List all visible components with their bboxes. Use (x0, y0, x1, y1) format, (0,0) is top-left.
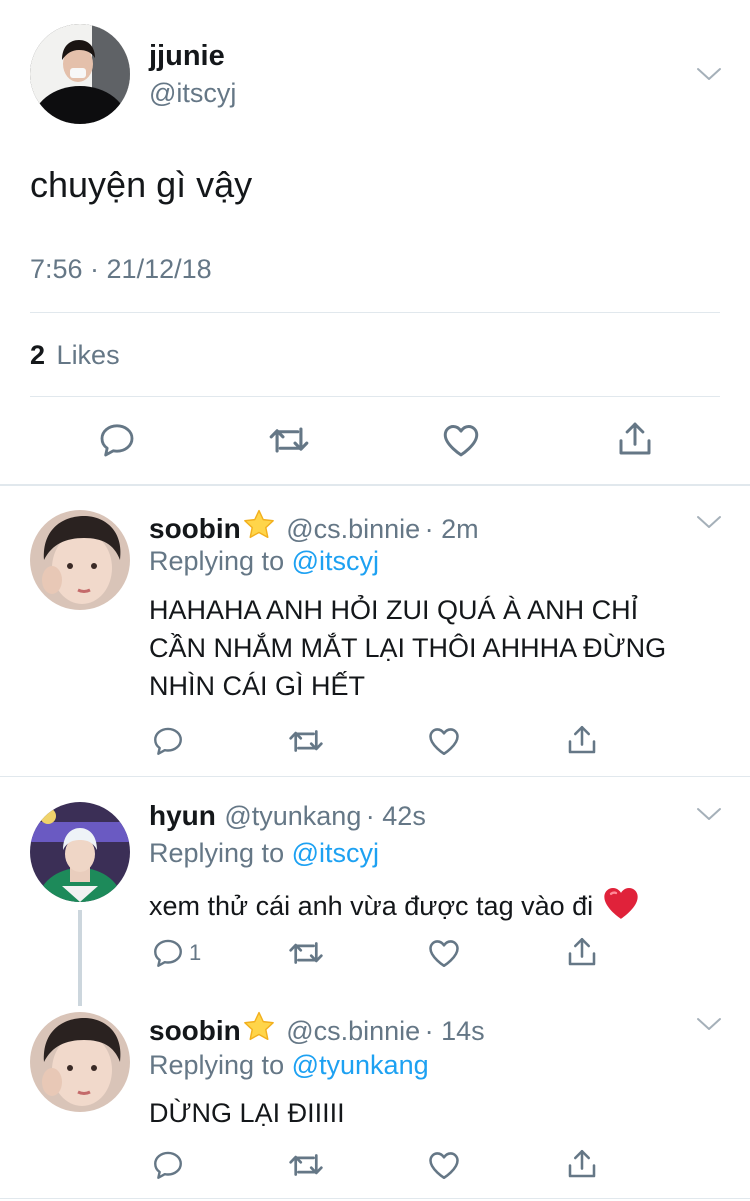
replying-to-label: Replying to (149, 1050, 285, 1080)
chevron-down-icon[interactable] (696, 66, 722, 82)
reply-text-line: CẦN NHẮM MẮT LẠI THÔI AHHHA ĐỪNG (149, 633, 667, 663)
replying-to-label: Replying to (149, 838, 285, 868)
handle[interactable]: @cs.binnie (286, 1016, 420, 1046)
share-icon[interactable] (564, 722, 600, 758)
section-separator (0, 1198, 750, 1199)
replying-to-handle[interactable]: @itscyj (292, 838, 379, 868)
section-separator (0, 776, 750, 777)
avatar[interactable] (30, 24, 130, 124)
reply-time: · 42s (365, 801, 426, 831)
avatar[interactable] (30, 1012, 130, 1112)
replying-to-handle[interactable]: @tyunkang (292, 1050, 429, 1080)
reply-text-line: NHÌN CÁI GÌ HẾT (149, 671, 366, 701)
divider (30, 396, 720, 397)
tweet-text: chuyện gì vậy (30, 164, 253, 205)
chevron-down-icon[interactable] (696, 1016, 722, 1032)
chevron-down-icon[interactable] (696, 806, 722, 822)
heart-icon[interactable] (440, 419, 482, 461)
reply-count: 1 (189, 940, 202, 965)
red-heart-emoji (601, 883, 641, 923)
avatar[interactable] (30, 510, 130, 610)
replying-to: Replying to @itscyj (149, 838, 379, 869)
reply-icon[interactable] (151, 1148, 185, 1182)
display-name[interactable]: hyun (149, 800, 216, 831)
tweet-timestamp: 7:56 · 21/12/18 (30, 254, 212, 284)
reply-text-content: xem thử cái anh vừa được tag vào đi (149, 891, 594, 921)
reply-action[interactable]: 1 (151, 936, 201, 970)
section-separator (0, 484, 750, 486)
divider (30, 312, 720, 313)
share-icon[interactable] (564, 934, 600, 970)
retweet-icon[interactable] (287, 934, 325, 972)
handle[interactable]: @tyunkang (224, 801, 361, 831)
display-name[interactable]: soobin (149, 1015, 241, 1046)
avatar[interactable] (30, 802, 130, 902)
share-icon[interactable] (564, 1146, 600, 1182)
reply-time: · 2m (424, 514, 479, 544)
display-name[interactable]: soobin (149, 513, 241, 544)
share-icon[interactable] (614, 418, 656, 460)
reply-time: · 14s (424, 1016, 485, 1046)
retweet-icon[interactable] (287, 722, 325, 760)
reply-text-line: HAHAHA ANH HỎI ZUI QUÁ À ANH CHỈ (149, 595, 639, 625)
heart-icon[interactable] (426, 935, 462, 971)
star-emoji (242, 1010, 276, 1044)
reply-text: HAHAHA ANH HỎI ZUI QUÁ À ANH CHỈ CẦN NHẮ… (149, 591, 729, 705)
avatar-photo (30, 24, 130, 124)
heart-icon[interactable] (426, 723, 462, 759)
reply-header: soobin @cs.binnie · 14s (149, 1010, 485, 1047)
avatar-photo (30, 802, 130, 902)
star-emoji (242, 508, 276, 542)
chevron-down-icon[interactable] (696, 514, 722, 530)
reply-text: xem thử cái anh vừa được tag vào đi (149, 883, 641, 925)
reply-header: hyun @tyunkang · 42s (149, 800, 426, 832)
thread-line (78, 910, 82, 1006)
reply-text: DỪNG LẠI ĐIIIII (149, 1098, 345, 1128)
avatar-photo (30, 510, 130, 610)
replying-to: Replying to @tyunkang (149, 1050, 429, 1081)
replying-to-label: Replying to (149, 546, 285, 576)
handle[interactable]: @cs.binnie (286, 514, 420, 544)
display-name[interactable]: jjunie (149, 40, 225, 73)
handle[interactable]: @itscyj (149, 78, 236, 109)
replying-to: Replying to @itscyj (149, 546, 379, 577)
reply-icon[interactable] (151, 936, 185, 970)
replying-to-handle[interactable]: @itscyj (292, 546, 379, 576)
heart-icon[interactable] (426, 1147, 462, 1183)
likes-label: Likes (56, 340, 120, 370)
likes-count: 2 (30, 340, 46, 370)
reply-icon[interactable] (97, 420, 137, 460)
retweet-icon[interactable] (267, 418, 311, 462)
avatar-photo (30, 1012, 130, 1112)
reply-icon[interactable] (151, 724, 185, 758)
likes-stat[interactable]: 2 Likes (30, 340, 120, 371)
retweet-icon[interactable] (287, 1146, 325, 1184)
reply-header: soobin @cs.binnie · 2m (149, 508, 479, 545)
